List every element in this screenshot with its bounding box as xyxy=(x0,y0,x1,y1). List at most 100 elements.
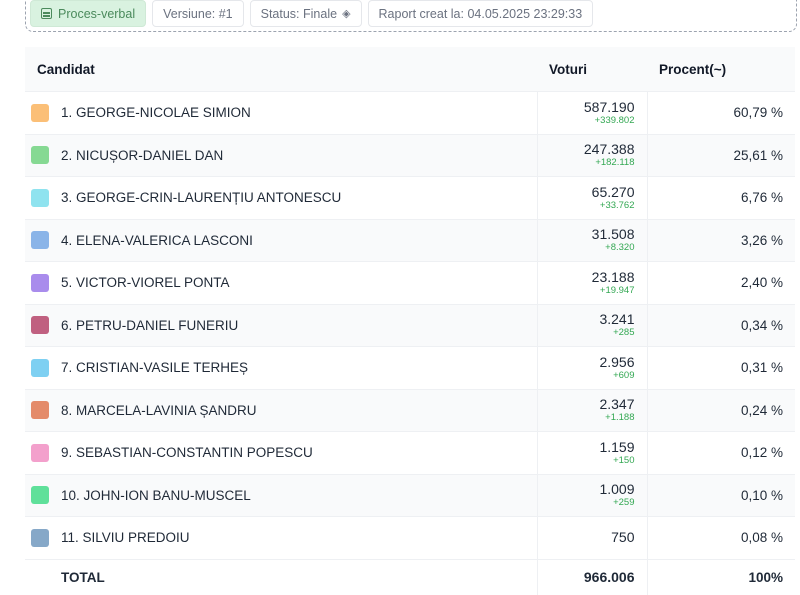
column-header-procent[interactable]: Procent(~) xyxy=(647,47,795,92)
votes-cell: 2.956 +609 xyxy=(536,346,647,389)
candidate-name: 5. VICTOR-VIOREL PONTA xyxy=(61,275,230,291)
candidate-color-swatch xyxy=(31,486,49,505)
votes-value: 1.009 xyxy=(599,481,635,498)
votes-cell: 750 xyxy=(536,516,647,559)
votes-value: 750 xyxy=(611,529,635,546)
votes-cell: 3.241 +285 xyxy=(536,303,647,347)
table-row[interactable]: 6. PETRU-DANIEL FUNERIU 3.241 +285 0,34 % xyxy=(25,303,795,347)
percent-value: 0,31 % xyxy=(646,346,795,389)
candidate-color-swatch xyxy=(31,443,49,462)
table-row[interactable]: 5. VICTOR-VIOREL PONTA 23.188 +19.947 2,40 … xyxy=(25,261,795,304)
candidate: 2. NICUȘOR-DANIEL DAN xyxy=(31,146,525,165)
total-votes: 966.006 xyxy=(583,568,635,585)
table-row[interactable]: 4. ELENA-VALERICA LASCONI 31.508 +8.320 3,2… xyxy=(25,218,795,262)
percent-value: 6,76 % xyxy=(646,176,795,219)
status-label: Status: Finale xyxy=(260,6,338,21)
votes-cell: 2.347 +1.188 xyxy=(536,388,647,432)
votes-delta: +1.188 xyxy=(605,412,635,424)
table-row[interactable]: 7. CRISTIAN-VASILE TERHEȘ 2.956 +609 0,31 % xyxy=(25,346,795,389)
votes-value: 2.347 xyxy=(599,396,635,413)
votes-delta: +339.802 xyxy=(594,114,635,126)
table-row[interactable]: 2. NICUȘOR-DANIEL DAN 247.388 +182.118 25,6… xyxy=(25,133,795,177)
votes-value: 3.241 xyxy=(599,311,635,328)
candidate-cell: 7. CRISTIAN-VASILE TERHEȘ xyxy=(25,346,537,389)
candidate-cell: 4. ELENA-VALERICA LASCONI xyxy=(25,218,537,262)
table-row[interactable]: 10. JOHN-ION BANU-MUSCEL 1.009 +259 0,10 % xyxy=(25,473,795,517)
column-header-candidat[interactable]: Candidat xyxy=(25,47,537,92)
candidate: 3. GEORGE-CRIN-LAURENȚIU ANTONESCU xyxy=(31,188,525,207)
candidate: 9. SEBASTIAN-CONSTANTIN POPESCU xyxy=(31,443,525,462)
votes-delta: +33.762 xyxy=(599,199,635,211)
votes-cell: 23.188 +19.947 xyxy=(536,261,647,304)
candidate-cell: 9. SEBASTIAN-CONSTANTIN POPESCU xyxy=(25,431,537,474)
total-label: TOTAL xyxy=(61,569,105,585)
percent-value: 3,26 % xyxy=(646,218,795,262)
report-created-label: Raport creat la: 04.05.2025 23:29:33 xyxy=(378,6,583,21)
results-table: Candidat Voturi Procent(~) 1. GEORGE-NIC… xyxy=(25,47,795,595)
candidate-name: 2. NICUȘOR-DANIEL DAN xyxy=(61,147,224,163)
candidate-cell: 3. GEORGE-CRIN-LAURENȚIU ANTONESCU xyxy=(25,176,537,219)
votes-delta: +19.947 xyxy=(599,284,635,296)
version-label: Versiune: #1 xyxy=(163,6,233,21)
candidate-name: 11. SILVIU PREDOIU xyxy=(61,530,190,546)
report-created-chip: Raport creat la: 04.05.2025 23:29:33 xyxy=(367,0,594,27)
candidate-cell: 8. MARCELA-LAVINIA ȘANDRU xyxy=(25,388,537,432)
table-row[interactable]: 9. SEBASTIAN-CONSTANTIN POPESCU 1.159 +150… xyxy=(25,431,795,474)
percent-value: 0,24 % xyxy=(646,388,795,432)
candidate-cell: 11. SILVIU PREDOIU xyxy=(25,516,537,559)
proces-verbal-label: Proces-verbal xyxy=(58,6,136,21)
votes-cell: 65.270 +33.762 xyxy=(536,176,647,219)
table-row[interactable]: 1. GEORGE-NICOLAE SIMION 587.190 +339.802 6… xyxy=(25,91,795,134)
candidate-name: 10. JOHN-ION BANU-MUSCEL xyxy=(61,487,251,503)
column-header-voturi[interactable]: Voturi xyxy=(537,47,647,92)
votes-delta: +150 xyxy=(613,454,635,466)
candidate-color-swatch xyxy=(31,188,49,207)
candidate-name: 8. MARCELA-LAVINIA ȘANDRU xyxy=(61,402,257,418)
percent-value: 0,08 % xyxy=(646,516,795,559)
table-row[interactable]: 8. MARCELA-LAVINIA ȘANDRU 2.347 +1.188 0,24… xyxy=(25,388,795,432)
document-icon xyxy=(41,8,52,19)
candidate-cell: 6. PETRU-DANIEL FUNERIU xyxy=(25,303,537,347)
votes-cell: 587.190 +339.802 xyxy=(536,91,647,134)
table-row[interactable]: 3. GEORGE-CRIN-LAURENȚIU ANTONESCU 65.270… xyxy=(25,176,795,219)
candidate: 8. MARCELA-LAVINIA ȘANDRU xyxy=(31,401,525,420)
candidate-cell: 10. JOHN-ION BANU-MUSCEL xyxy=(25,473,537,517)
percent-value: 60,79 % xyxy=(646,91,795,134)
votes-cell: 1.009 +259 xyxy=(536,473,647,517)
candidate-name: 4. ELENA-VALERICA LASCONI xyxy=(61,232,253,248)
total-label-cell: TOTAL xyxy=(25,558,537,595)
candidate-color-swatch xyxy=(31,358,49,377)
candidate-cell: 5. VICTOR-VIOREL PONTA xyxy=(25,261,537,304)
candidate: 1. GEORGE-NICOLAE SIMION xyxy=(31,103,525,122)
status-chip: Status: Finale ◈ xyxy=(249,0,362,27)
candidate: 4. ELENA-VALERICA LASCONI xyxy=(31,231,525,250)
candidate: 11. SILVIU PREDOIU xyxy=(31,528,525,547)
votes-delta: +259 xyxy=(613,497,635,509)
candidate-color-swatch xyxy=(31,401,49,420)
candidate-cell: 2. NICUȘOR-DANIEL DAN xyxy=(25,133,537,177)
version-chip: Versiune: #1 xyxy=(152,0,244,27)
table-header-row: Candidat Voturi Procent(~) xyxy=(25,47,795,92)
total-votes-cell: 966.006 xyxy=(536,558,647,595)
votes-delta: +8.320 xyxy=(605,242,635,254)
report-meta-chips: Proces-verbal Versiune: #1 Status: Final… xyxy=(30,0,594,27)
percent-value: 0,10 % xyxy=(646,473,795,517)
table-row[interactable]: 11. SILVIU PREDOIU 750 0,08 % xyxy=(25,516,795,559)
candidate-color-swatch xyxy=(31,231,49,250)
votes-cell: 1.159 +150 xyxy=(536,431,647,474)
votes-value: 65.270 xyxy=(591,183,635,200)
percent-value: 25,61 % xyxy=(646,133,795,177)
percent-value: 0,34 % xyxy=(646,303,795,347)
candidate-color-swatch xyxy=(31,316,49,335)
votes-cell: 247.388 +182.118 xyxy=(536,133,647,177)
votes-value: 587.190 xyxy=(583,98,635,115)
proces-verbal-chip[interactable]: Proces-verbal xyxy=(30,0,147,27)
votes-delta: +609 xyxy=(613,369,635,381)
total-percent: 100% xyxy=(646,558,795,595)
votes-value: 23.188 xyxy=(591,268,635,285)
candidate-color-swatch xyxy=(31,146,49,165)
candidate-name: 9. SEBASTIAN-CONSTANTIN POPESCU xyxy=(61,445,313,461)
percent-value: 2,40 % xyxy=(646,261,795,304)
votes-value: 31.508 xyxy=(591,226,635,243)
layers-icon: ◈ xyxy=(342,8,351,20)
